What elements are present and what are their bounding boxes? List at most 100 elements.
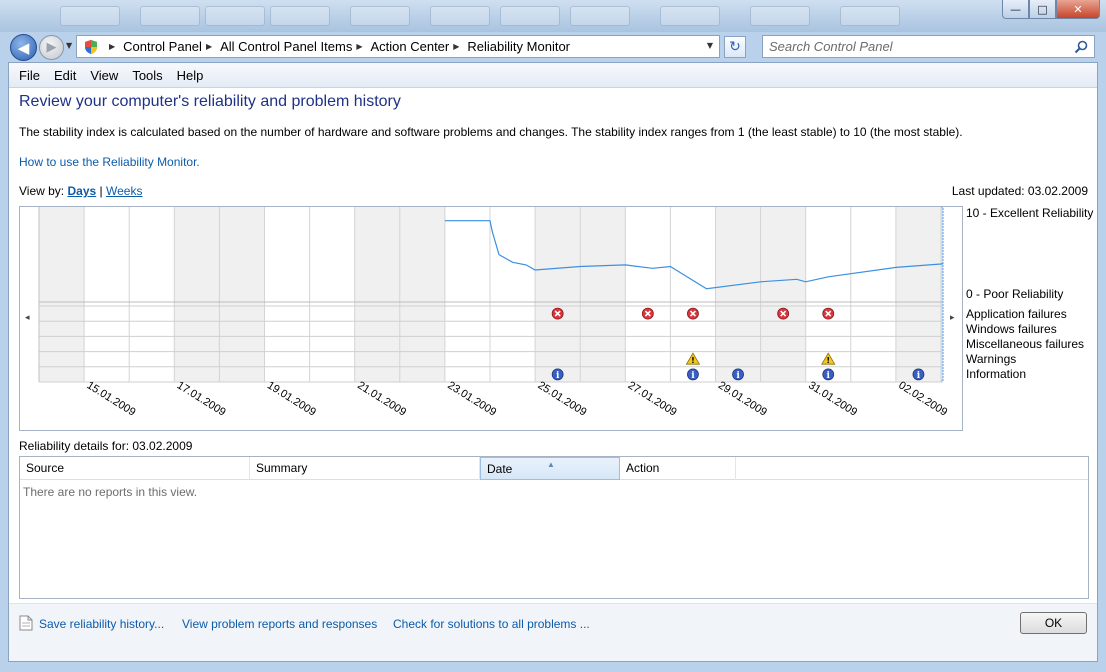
taskbar-tab[interactable] [60,6,120,26]
forward-arrow-icon[interactable]: ▶ [39,35,64,60]
chart-column[interactable] [309,207,355,382]
minimize-icon[interactable]: — [1002,0,1029,19]
chart-column[interactable] [354,207,400,382]
legend-application-failures: Application failures [966,307,1067,321]
view-by-label: View by: [19,184,65,198]
breadcrumb-separator-icon[interactable]: ▶ [453,42,459,51]
taskbar-tab[interactable] [350,6,410,26]
chart-column[interactable] [444,207,490,382]
information-i-mark: i [917,371,921,381]
column-source[interactable]: Source [20,457,250,480]
taskbar-tab[interactable] [840,6,900,26]
date-axis-label: 17.01.2009 [175,379,228,418]
breadcrumb-separator-icon[interactable]: ▶ [356,42,362,51]
address-bar[interactable]: ▶ Control Panel ▶ All Control Panel Item… [76,35,720,58]
address-dropdown-icon[interactable]: ▼ [707,41,713,50]
legend-excellent: 10 - Excellent Reliability [966,206,1094,220]
chart-column[interactable] [850,207,896,382]
chart-column[interactable] [174,207,220,382]
taskbar-tab[interactable] [140,6,200,26]
view-days-link[interactable]: Days [67,184,96,198]
breadcrumb-separator-icon[interactable]: ▶ [206,42,212,51]
date-axis-label: 19.01.2009 [265,379,318,418]
warning-exclamation-mark: ! [691,356,695,365]
close-icon[interactable]: ✕ [1056,0,1100,19]
menu-edit[interactable]: Edit [47,68,83,83]
menu-view[interactable]: View [83,68,125,83]
menu-help[interactable]: Help [170,68,211,83]
chart-column[interactable] [715,207,761,382]
maximize-icon[interactable]: □ [1029,0,1056,19]
search-placeholder: Search Control Panel [769,39,893,54]
scroll-right-icon[interactable]: ▸ [950,313,955,323]
chart-column[interactable] [219,207,265,382]
footer-bar: Save reliability history... View problem… [9,603,1097,661]
chart-column[interactable] [535,207,581,382]
menu-tools[interactable]: Tools [125,68,169,83]
view-separator: | [99,184,103,198]
taskbar-tab[interactable] [270,6,330,26]
taskbar-tab[interactable] [570,6,630,26]
recent-pages-chevron-icon[interactable]: ▼ [66,41,72,50]
taskbar-tab[interactable] [660,6,720,26]
chart-column[interactable] [39,207,85,382]
breadcrumb-control-panel[interactable]: Control Panel [123,39,202,54]
menu-bar: File Edit View Tools Help [9,63,1097,88]
breadcrumb-all-items[interactable]: All Control Panel Items [220,39,352,54]
reliability-monitor-window: File Edit View Tools Help Review your co… [8,62,1098,662]
how-to-link[interactable]: How to use the Reliability Monitor. [19,155,200,169]
page-description: The stability index is calculated based … [19,125,963,139]
details-table: Source Summary Date ▲ Action There are n… [19,456,1089,599]
chart-column[interactable] [895,207,941,382]
empty-message: There are no reports in this view. [23,485,198,499]
column-date[interactable]: Date ▲ [480,457,620,480]
column-summary[interactable]: Summary [250,457,480,480]
chart-column[interactable] [129,207,175,382]
view-weeks-link[interactable]: Weeks [106,184,142,198]
ok-button[interactable]: OK [1020,612,1087,634]
legend-warnings: Warnings [966,352,1017,366]
information-i-mark: i [827,371,831,381]
chart-column[interactable] [490,207,536,382]
view-problem-reports-link[interactable]: View problem reports and responses [182,617,377,631]
reliability-chart[interactable]: ◂ ▸!! i i i i i 15.01.2009 17.01.2009 19.01.2009 2… [19,206,963,431]
taskbar-tab[interactable] [430,6,490,26]
reliability-chart-canvas[interactable]: ◂ ▸! ! i i i i i 15.01.2009 17.01.2009 19.01.2009 2… [20,207,963,431]
check-solutions-link[interactable]: Check for solutions to all problems ... [393,617,590,631]
scroll-left-icon[interactable]: ◂ [25,313,30,323]
breadcrumb-separator-icon[interactable]: ▶ [109,42,115,51]
control-panel-shield-icon [85,39,97,54]
legend-misc-failures: Miscellaneous failures [966,337,1085,351]
information-i-mark: i [691,371,695,381]
date-axis-label: 27.01.2009 [626,379,679,418]
chart-column[interactable] [84,207,130,382]
date-axis-label: 31.01.2009 [806,379,859,418]
breadcrumb-action-center[interactable]: Action Center [370,39,449,54]
save-history-link[interactable]: Save reliability history... [39,617,164,631]
refresh-icon[interactable]: ↻ [724,36,746,58]
window-controls: — □ ✕ [1002,0,1100,19]
last-updated: Last updated: 03.02.2009 [951,184,1088,198]
taskbar-tab[interactable] [205,6,265,26]
chart-column[interactable] [760,207,806,382]
chart-column[interactable] [264,207,310,382]
chart-column[interactable] [399,207,445,382]
chart-column[interactable] [580,207,626,382]
menu-file[interactable]: File [12,68,47,83]
back-arrow-icon[interactable]: ◀ [10,34,37,61]
table-header: Source Summary Date ▲ Action [20,457,1088,480]
search-input[interactable]: Search Control Panel [762,35,1095,58]
column-action[interactable]: Action [620,457,736,480]
sort-ascending-icon: ▲ [547,460,555,469]
information-i-mark: i [736,371,740,381]
search-icon[interactable] [1074,40,1088,54]
chart-column[interactable] [625,207,671,382]
save-document-icon [19,615,33,631]
date-axis-label: 15.01.2009 [85,379,138,418]
legend-windows-failures: Windows failures [966,322,1057,336]
taskbar-tab[interactable] [750,6,810,26]
breadcrumb-reliability-monitor[interactable]: Reliability Monitor [467,39,570,54]
navigation-bar: ◀ ▶ ▼ ▶ Control Panel ▶ All Control Pane… [0,32,1106,62]
taskbar-tab[interactable] [500,6,560,26]
date-axis-label: 29.01.2009 [716,379,769,418]
